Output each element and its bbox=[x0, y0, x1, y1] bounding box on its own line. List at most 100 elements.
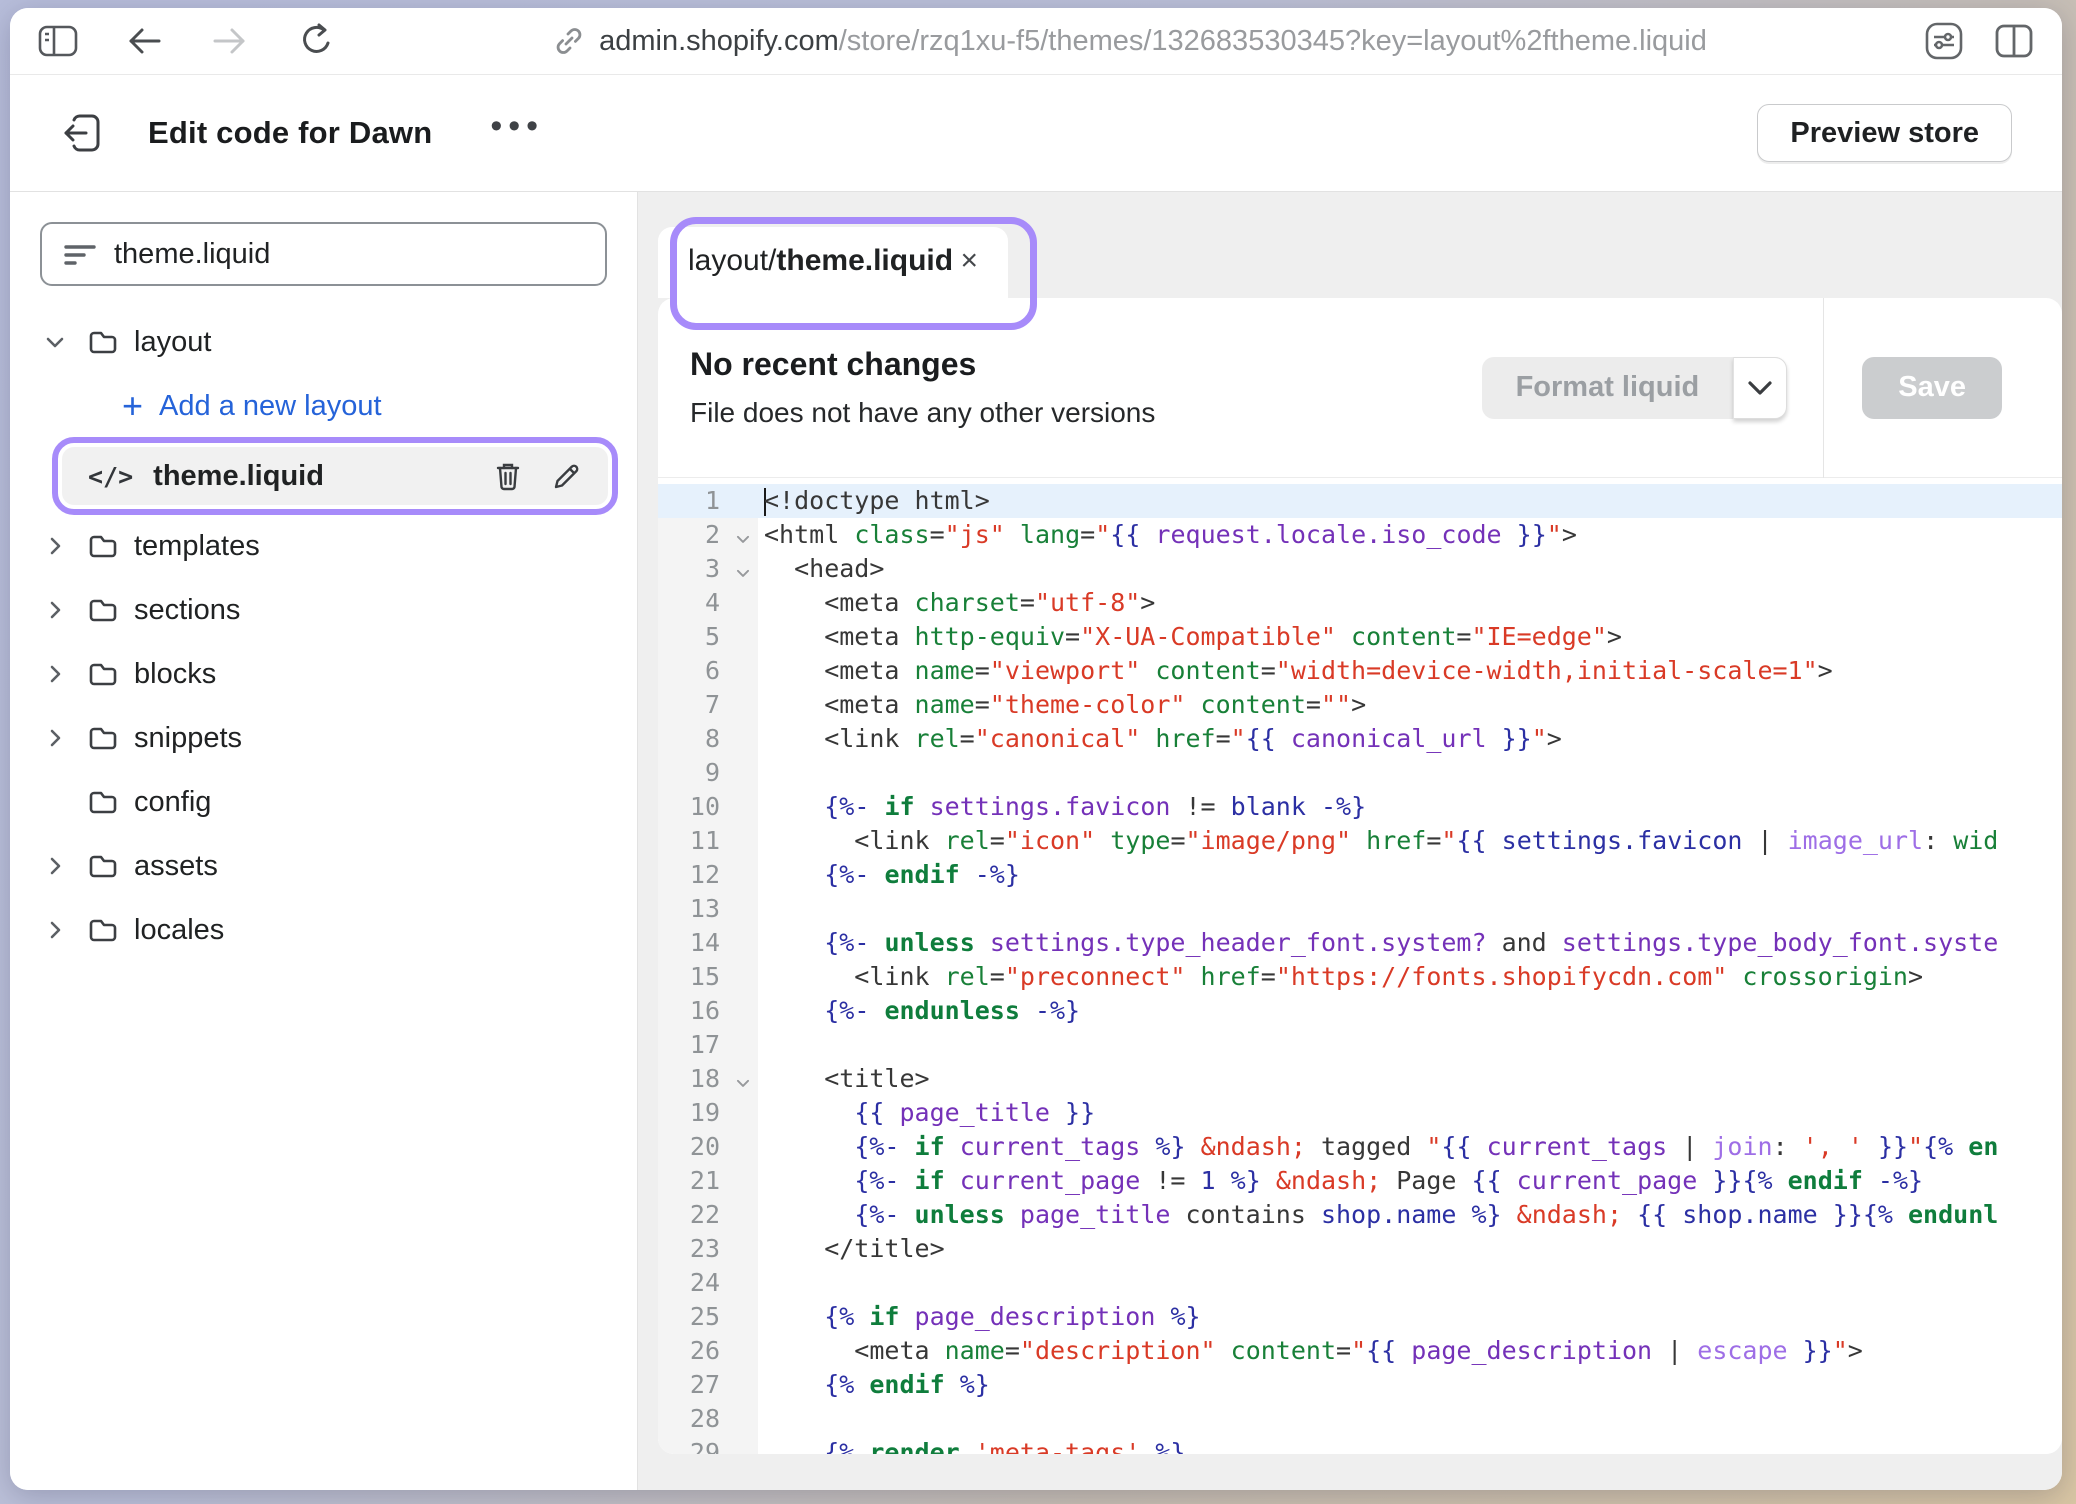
tab-layout-theme-liquid[interactable]: layout/theme.liquid × bbox=[658, 227, 1008, 298]
file-search-box[interactable] bbox=[40, 222, 607, 286]
code-line[interactable]: 21 {%- if current_page != 1 %} &ndash; P… bbox=[658, 1164, 2062, 1198]
code-line-text bbox=[758, 1266, 2062, 1300]
code-line[interactable]: 5 <meta http-equiv="X-UA-Compatible" con… bbox=[658, 620, 2062, 654]
fold-toggle-icon[interactable] bbox=[728, 518, 758, 552]
code-line[interactable]: 1<!doctype html> bbox=[658, 484, 2062, 518]
line-number: 3 bbox=[658, 552, 728, 586]
code-line[interactable]: 12 {%- endif -%} bbox=[658, 858, 2062, 892]
chevron-down-icon[interactable] bbox=[44, 331, 88, 353]
fold-toggle-icon[interactable] bbox=[728, 1062, 758, 1096]
code-line[interactable]: 4 <meta charset="utf-8"> bbox=[658, 586, 2062, 620]
code-line-text bbox=[758, 1028, 2062, 1062]
sidebar-item-layout[interactable]: layout bbox=[10, 310, 637, 374]
fold-spacer bbox=[728, 790, 758, 824]
code-line[interactable]: 16 {%- endunless -%} bbox=[658, 994, 2062, 1028]
code-line-text: {%- if settings.favicon != blank -%} bbox=[758, 790, 2062, 824]
code-line-text: {%- unless page_title contains shop.name… bbox=[758, 1198, 2062, 1232]
sidebar-item-snippets[interactable]: snippets bbox=[10, 706, 637, 770]
forward-icon[interactable] bbox=[208, 21, 252, 61]
code-line[interactable]: 26 <meta name="description" content="{{ … bbox=[658, 1334, 2062, 1368]
sidebar-item-assets[interactable]: assets bbox=[10, 834, 637, 898]
code-line[interactable]: 6 <meta name="viewport" content="width=d… bbox=[658, 654, 2062, 688]
code-line[interactable]: 14 {%- unless settings.type_header_font.… bbox=[658, 926, 2062, 960]
code-line[interactable]: 23 </title> bbox=[658, 1232, 2062, 1266]
address-bar[interactable]: admin.shopify.com/store/rzq1xu-f5/themes… bbox=[338, 25, 1922, 58]
gutter-cell: 5 bbox=[658, 620, 758, 654]
folder-label: assets bbox=[134, 850, 218, 883]
chevron-right-icon[interactable] bbox=[44, 663, 88, 685]
save-button[interactable]: Save bbox=[1862, 357, 2002, 419]
file-item-theme-liquid[interactable]: </>theme.liquid bbox=[62, 447, 608, 505]
fold-spacer bbox=[728, 1300, 758, 1334]
tab-strip: layout/theme.liquid × bbox=[638, 227, 2062, 298]
code-line[interactable]: 25 {% if page_description %} bbox=[658, 1300, 2062, 1334]
code-line[interactable]: 15 <link rel="preconnect" href="https://… bbox=[658, 960, 2062, 994]
code-line-text: <title> bbox=[758, 1062, 2062, 1096]
chevron-right-icon[interactable] bbox=[44, 727, 88, 749]
gutter-cell: 23 bbox=[658, 1232, 758, 1266]
code-line-text: <meta http-equiv="X-UA-Compatible" conte… bbox=[758, 620, 2062, 654]
code-line-text: {{ page_title }} bbox=[758, 1096, 2062, 1130]
reload-icon[interactable] bbox=[294, 21, 338, 61]
gutter-cell: 6 bbox=[658, 654, 758, 688]
line-number: 16 bbox=[658, 994, 728, 1028]
sidebar-item-config[interactable]: config bbox=[10, 770, 637, 834]
add-new-layout-button[interactable]: +Add a new layout bbox=[10, 374, 637, 438]
format-liquid-dropdown[interactable] bbox=[1733, 357, 1787, 419]
page-settings-icon[interactable] bbox=[1922, 21, 1966, 61]
line-number: 21 bbox=[658, 1164, 728, 1198]
fold-spacer bbox=[728, 858, 758, 892]
code-line[interactable]: 22 {%- unless page_title contains shop.n… bbox=[658, 1198, 2062, 1232]
gutter-cell: 24 bbox=[658, 1266, 758, 1300]
code-editor[interactable]: 1<!doctype html>2<html class="js" lang="… bbox=[658, 478, 2062, 1454]
code-line[interactable]: 29 {% render 'meta-tags' %} bbox=[658, 1436, 2062, 1454]
code-line[interactable]: 3 <head> bbox=[658, 552, 2062, 586]
sidebar-toggle-icon[interactable] bbox=[36, 21, 80, 61]
sidebar-item-templates[interactable]: templates bbox=[10, 514, 637, 578]
code-line[interactable]: 28 bbox=[658, 1402, 2062, 1436]
file-search-input[interactable] bbox=[114, 238, 583, 271]
version-status-subtitle: File does not have any other versions bbox=[690, 397, 1155, 429]
line-number: 22 bbox=[658, 1198, 728, 1232]
split-view-icon[interactable] bbox=[1992, 21, 2036, 61]
code-line[interactable]: 8 <link rel="canonical" href="{{ canonic… bbox=[658, 722, 2062, 756]
code-line[interactable]: 13 bbox=[658, 892, 2062, 926]
format-liquid-button[interactable]: Format liquid bbox=[1482, 357, 1734, 419]
chevron-right-icon[interactable] bbox=[44, 535, 88, 557]
folder-icon bbox=[88, 661, 134, 687]
code-line[interactable]: 9 bbox=[658, 756, 2062, 790]
code-line[interactable]: 24 bbox=[658, 1266, 2062, 1300]
code-line[interactable]: 20 {%- if current_tags %} &ndash; tagged… bbox=[658, 1130, 2062, 1164]
app-header: Edit code for Dawn ••• Preview store bbox=[10, 75, 2062, 192]
chevron-right-icon[interactable] bbox=[44, 599, 88, 621]
back-icon[interactable] bbox=[122, 21, 166, 61]
gutter-cell: 11 bbox=[658, 824, 758, 858]
code-line[interactable]: 19 {{ page_title }} bbox=[658, 1096, 2062, 1130]
rename-file-icon[interactable] bbox=[552, 461, 582, 491]
fold-toggle-icon[interactable] bbox=[728, 552, 758, 586]
more-actions-icon[interactable]: ••• bbox=[490, 121, 544, 145]
close-tab-icon[interactable]: × bbox=[956, 242, 982, 280]
preview-store-button[interactable]: Preview store bbox=[1757, 104, 2012, 162]
fold-spacer bbox=[728, 1436, 758, 1454]
code-line[interactable]: 2<html class="js" lang="{{ request.local… bbox=[658, 518, 2062, 552]
line-number: 25 bbox=[658, 1300, 728, 1334]
code-line[interactable]: 11 <link rel="icon" type="image/png" hre… bbox=[658, 824, 2062, 858]
sidebar-item-sections[interactable]: sections bbox=[10, 578, 637, 642]
folder-icon bbox=[88, 853, 134, 879]
code-line[interactable]: 17 bbox=[658, 1028, 2062, 1062]
code-line[interactable]: 7 <meta name="theme-color" content=""> bbox=[658, 688, 2062, 722]
link-icon bbox=[553, 25, 585, 57]
code-line[interactable]: 10 {%- if settings.favicon != blank -%} bbox=[658, 790, 2062, 824]
sidebar-item-locales[interactable]: locales bbox=[10, 898, 637, 962]
chevron-right-icon[interactable] bbox=[44, 855, 88, 877]
exit-editor-icon[interactable] bbox=[60, 112, 102, 154]
gutter-cell: 18 bbox=[658, 1062, 758, 1096]
code-line[interactable]: 27 {% endif %} bbox=[658, 1368, 2062, 1402]
chevron-right-icon[interactable] bbox=[44, 919, 88, 941]
code-line[interactable]: 18 <title> bbox=[658, 1062, 2062, 1096]
chevron-down-icon bbox=[1748, 381, 1772, 395]
sidebar-item-blocks[interactable]: blocks bbox=[10, 642, 637, 706]
folder-icon bbox=[88, 597, 134, 623]
delete-file-icon[interactable] bbox=[494, 461, 522, 491]
